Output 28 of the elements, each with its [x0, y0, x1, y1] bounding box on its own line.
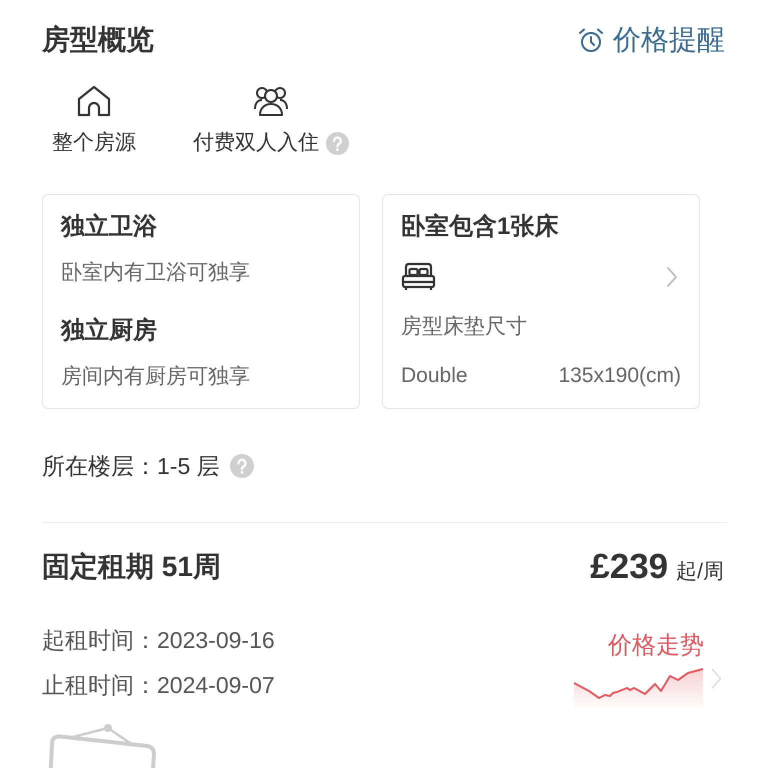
section-title: 房型概览 [42, 23, 154, 57]
card-heading: 独立厨房 [61, 317, 158, 345]
house-icon [76, 85, 112, 117]
price-alert-button[interactable]: 价格提醒 [578, 20, 725, 60]
chevron-icon [666, 266, 678, 288]
start-date-text: 起租时间：2023-09-16 [42, 626, 275, 655]
end-date-text: 止租时间：2024-09-07 [42, 671, 275, 700]
price-unit: 起/周 [676, 559, 724, 585]
price-trend-link[interactable]: 价格走势 [608, 631, 704, 661]
price-text: £239 [590, 549, 668, 585]
card-heading: 独立卫浴 [61, 213, 158, 241]
feature-label: 整个房源 [52, 130, 136, 156]
help-icon[interactable] [326, 132, 349, 154]
mattress-size-caption: 房型床垫尺寸 [401, 314, 528, 340]
bed-icon [401, 262, 436, 292]
feature-label: 付费双人入住 [193, 130, 319, 156]
card-description: 卧室内有卫浴可独享 [61, 260, 251, 286]
bed-size-text: 135x190(cm) [558, 363, 681, 389]
help-icon[interactable] [230, 454, 254, 478]
bed-type-text: Double [401, 363, 468, 389]
card-description: 房间内有厨房可独享 [61, 364, 251, 390]
people-icon [253, 85, 289, 117]
bed-card[interactable]: 卧室包含1张床 房型床垫尺寸 Double 135x190(cm) [382, 194, 700, 409]
alarm-clock-icon [578, 27, 604, 53]
lease-title: 固定租期 51周 [42, 550, 221, 584]
floor-text: 所在楼层：1-5 层 [42, 452, 220, 481]
card-heading: 卧室包含1张床 [401, 213, 560, 241]
chevron-icon [711, 668, 722, 689]
